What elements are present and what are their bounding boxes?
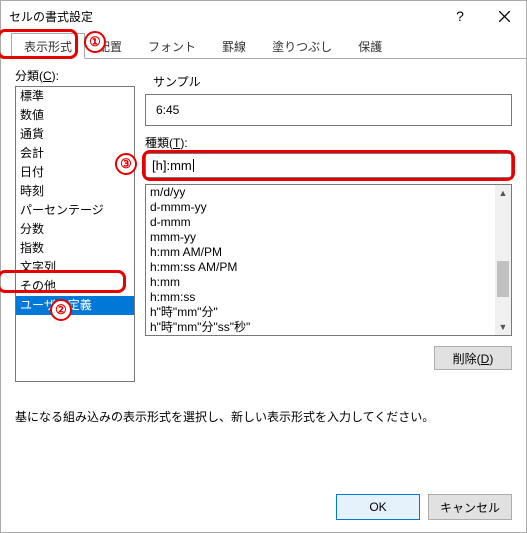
list-item[interactable]: 標準 [16,87,134,106]
list-item[interactable]: d-mmm [146,215,511,230]
tab-display-format[interactable]: 表示形式 [11,33,85,59]
scroll-thumb[interactable] [497,261,509,297]
ok-button[interactable]: OK [336,494,420,520]
sample-box: 6:45 [145,94,512,126]
sample-value: 6:45 [156,103,179,117]
list-item[interactable]: h:mm AM/PM [146,245,511,260]
list-item[interactable]: d-mmm-yy [146,200,511,215]
list-item-selected[interactable]: ユーザー定義 [16,296,134,315]
delete-button[interactable]: 削除(D) [434,346,512,370]
close-button[interactable] [482,1,526,31]
category-list[interactable]: 標準 数値 通貨 会計 日付 時刻 パーセンテージ 分数 指数 文字列 その他 … [15,86,135,382]
list-item[interactable]: 通貨 [16,125,134,144]
scroll-down-icon[interactable]: ▼ [495,319,511,335]
scrollbar[interactable]: ▲ ▼ [495,185,511,335]
list-item[interactable]: 分数 [16,220,134,239]
list-item[interactable]: パーセンテージ [16,201,134,220]
list-item[interactable]: 日付 [16,163,134,182]
close-icon [499,11,510,22]
list-item[interactable]: 時刻 [16,182,134,201]
type-input[interactable]: [h]:mm [145,153,512,178]
titlebar: セルの書式設定 ? [1,1,526,31]
content: ① 分類(C): 標準 数値 通貨 会計 日付 時刻 パーセンテージ 分数 指数… [1,59,526,482]
list-item[interactable]: 指数 [16,239,134,258]
dialog-title: セルの書式設定 [9,8,93,25]
list-item[interactable]: 数値 [16,106,134,125]
tab-border[interactable]: 罫線 [209,33,259,59]
help-button[interactable]: ? [438,1,482,31]
list-item[interactable]: 文字列 [16,258,134,277]
sample-label: サンプル [153,73,512,90]
tab-alignment[interactable]: 配置 [85,33,135,59]
tab-row: 表示形式 配置 フォント 罫線 塗りつぶし 保護 [1,31,526,59]
hint-text: 基になる組み込みの表示形式を選択し、新しい表示形式を入力してください。 [15,408,512,425]
cancel-button[interactable]: キャンセル [428,494,512,520]
list-item[interactable]: m/d/yy [146,185,511,200]
dialog: セルの書式設定 ? 表示形式 配置 フォント 罫線 塗りつぶし 保護 ① 分類(… [0,0,527,533]
tab-font[interactable]: フォント [135,33,209,59]
list-item[interactable]: h:mm:ss AM/PM [146,260,511,275]
scroll-up-icon[interactable]: ▲ [495,185,511,201]
tab-protect[interactable]: 保護 [345,33,395,59]
list-item[interactable]: h:mm [146,275,511,290]
tab-fill[interactable]: 塗りつぶし [259,33,345,59]
list-item[interactable]: mmm-yy [146,230,511,245]
scroll-track[interactable] [495,201,511,319]
list-item[interactable]: 会計 [16,144,134,163]
list-item[interactable]: その他 [16,277,134,296]
category-label: 分類(C): [15,67,135,84]
list-item[interactable]: h"時"mm"分" [146,305,511,320]
format-list[interactable]: m/d/yy d-mmm-yy d-mmm mmm-yy h:mm AM/PM … [145,184,512,336]
button-bar: OK キャンセル [1,482,526,532]
list-item[interactable]: h:mm:ss [146,290,511,305]
type-label: 種類(T): [145,134,512,151]
list-item[interactable]: yyyy/m/d h:mm [146,335,511,336]
list-item[interactable]: h"時"mm"分"ss"秒" [146,320,511,335]
